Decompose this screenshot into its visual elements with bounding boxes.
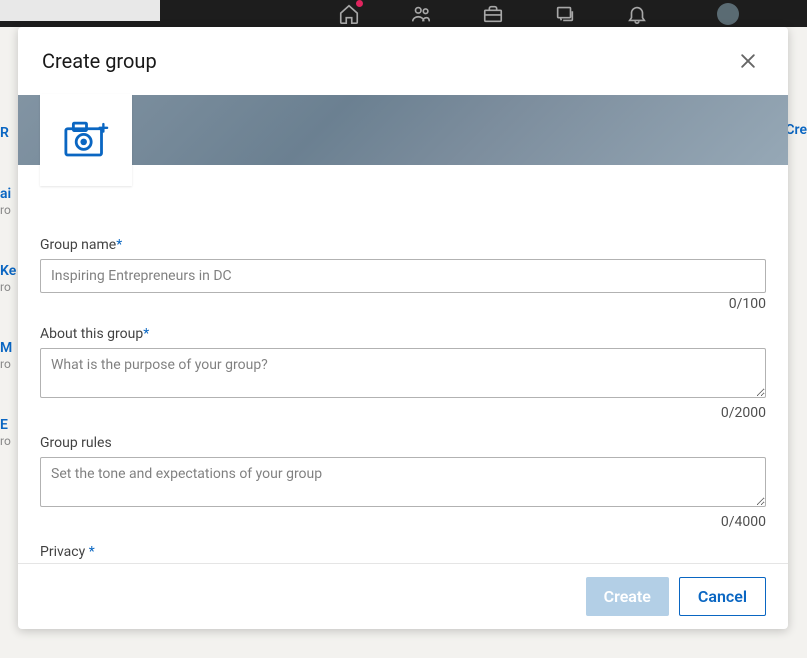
about-count: 0/2000 <box>40 405 766 421</box>
rules-input[interactable] <box>40 457 766 507</box>
modal-title: Create group <box>42 49 157 73</box>
notifications-icon <box>625 2 649 26</box>
group-name-count: 0/100 <box>40 296 766 312</box>
jobs-icon <box>481 2 505 26</box>
close-icon <box>738 51 758 71</box>
privacy-label: Privacy * <box>40 544 766 560</box>
modal-header: Create group <box>18 27 788 95</box>
cancel-button[interactable]: Cancel <box>679 577 766 616</box>
privacy-field: Privacy * Standard Group visible in sear… <box>40 544 766 563</box>
about-field: About this group* 0/2000 <box>40 326 766 421</box>
modal-footer: Create Cancel <box>18 563 788 629</box>
rules-count: 0/4000 <box>40 514 766 530</box>
group-name-label: Group name* <box>40 237 766 253</box>
bg-right-fragment: Cre <box>785 122 807 138</box>
cover-banner <box>18 95 788 165</box>
notification-dot <box>356 0 363 7</box>
about-label: About this group* <box>40 326 766 342</box>
camera-icon <box>64 120 109 160</box>
bg-search-box <box>0 0 160 21</box>
create-button[interactable]: Create <box>586 577 669 616</box>
group-name-field: Group name* 0/100 <box>40 237 766 312</box>
avatar <box>717 3 739 25</box>
about-input[interactable] <box>40 348 766 398</box>
rules-field: Group rules 0/4000 <box>40 435 766 530</box>
bg-navbar <box>0 0 807 27</box>
group-name-input[interactable] <box>40 259 766 293</box>
create-group-modal: Create group Group name* 0/100 <box>18 27 788 629</box>
network-icon <box>409 2 433 26</box>
messaging-icon <box>553 2 577 26</box>
bg-left-fragments: R airo Kero Mro Ero <box>0 100 20 658</box>
upload-photo-button[interactable] <box>40 94 132 186</box>
rules-label: Group rules <box>40 435 766 451</box>
close-button[interactable] <box>732 45 764 77</box>
modal-body: Group name* 0/100 About this group* 0/20… <box>18 165 788 563</box>
home-icon <box>337 2 361 26</box>
